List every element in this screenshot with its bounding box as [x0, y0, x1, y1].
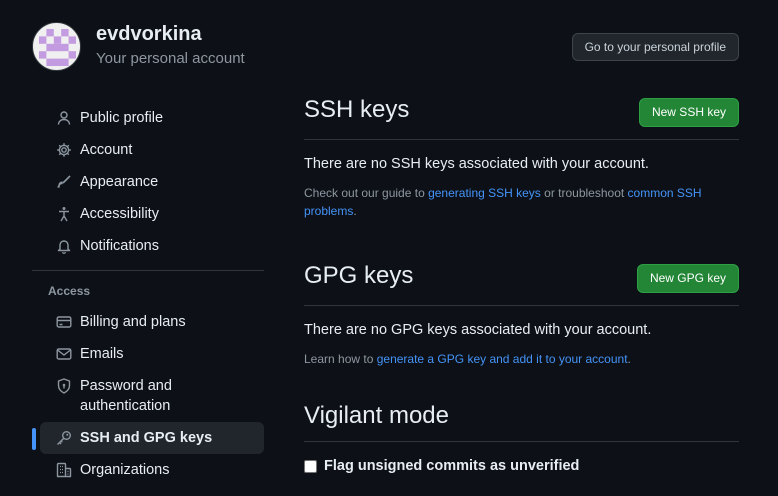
accessibility-icon	[59, 207, 69, 222]
gpg-help-suffix: .	[627, 352, 631, 366]
sidebar-item-label: Emails	[80, 346, 124, 362]
sidebar-item-appearance[interactable]: Appearance	[40, 166, 264, 198]
vigilant-mode-header: Vigilant mode	[304, 398, 739, 442]
settings-sidebar: Public profile Account Appearance Access…	[32, 102, 264, 486]
key-icon	[57, 431, 71, 445]
ssh-keys-header: SSH keys New SSH key	[304, 92, 739, 140]
sidebar-item-notifications[interactable]: Notifications	[40, 230, 264, 262]
vigilant-mode-title: Vigilant mode	[304, 402, 449, 429]
credit-card-icon	[56, 316, 72, 328]
new-ssh-key-button[interactable]: New SSH key	[638, 98, 739, 127]
account-header: evdvorkina Your personal account Go to y…	[32, 22, 739, 74]
avatar[interactable]	[32, 22, 81, 71]
generate-gpg-key-link[interactable]: generate a GPG key and add it to your ac…	[377, 352, 628, 366]
ssh-help-prefix: Check out our guide to	[304, 186, 429, 200]
gpg-keys-title: GPG keys	[304, 262, 414, 289]
gpg-keys-section: GPG keys New GPG key There are no GPG ke…	[304, 258, 739, 368]
gpg-keys-header: GPG keys New GPG key	[304, 258, 739, 306]
sidebar-item-label: Public profile	[80, 110, 164, 126]
flag-unsigned-checkbox[interactable]	[304, 459, 317, 473]
sidebar-item-label: Appearance	[80, 174, 159, 190]
account-subtitle: Your personal account	[96, 50, 245, 67]
ssh-empty-message: There are no SSH keys associated with yo…	[304, 156, 649, 172]
sidebar-item-label: SSH and GPG keys	[80, 430, 213, 446]
shield-lock-icon	[57, 378, 71, 394]
sidebar-item-accessibility[interactable]: Accessibility	[40, 198, 264, 230]
sidebar-item-account[interactable]: Account	[40, 134, 264, 166]
new-gpg-key-button[interactable]: New GPG key	[636, 264, 739, 293]
sidebar-item-label: Notifications	[80, 238, 159, 254]
flag-unsigned-label[interactable]: Flag unsigned commits as unverified	[324, 458, 579, 474]
sidebar-item-billing[interactable]: Billing and plans	[40, 306, 264, 338]
gpg-help-prefix: Learn how to	[304, 352, 377, 366]
ssh-help-middle: or troubleshoot	[540, 186, 628, 200]
sidebar-item-password[interactable]: Password and authentication	[40, 370, 264, 422]
organization-icon	[56, 462, 72, 478]
sidebar-section-access: Access	[48, 284, 91, 298]
ssh-help-text: Check out our guide to generating SSH ke…	[304, 184, 739, 220]
ssh-help-suffix: .	[353, 204, 357, 218]
gpg-empty-message: There are no GPG keys associated with yo…	[304, 322, 652, 338]
sidebar-item-organizations[interactable]: Organizations	[40, 454, 264, 486]
username[interactable]: evdvorkina	[96, 23, 202, 46]
generating-ssh-keys-link[interactable]: generating SSH keys	[428, 186, 541, 200]
sidebar-divider	[32, 270, 264, 271]
sidebar-item-label: Account	[80, 142, 133, 158]
sidebar-item-label: Organizations	[80, 462, 170, 478]
bell-icon	[57, 240, 71, 254]
person-icon	[57, 111, 71, 125]
vigilant-mode-section: Vigilant mode Flag unsigned commits as u…	[304, 398, 739, 474]
ssh-keys-section: SSH keys New SSH key There are no SSH ke…	[304, 92, 739, 220]
identicon-icon	[39, 29, 76, 66]
go-to-profile-button[interactable]: Go to your personal profile	[571, 33, 739, 61]
settings-main: SSH keys New SSH key There are no SSH ke…	[304, 92, 739, 474]
sidebar-item-label: Accessibility	[80, 206, 159, 222]
paintbrush-icon	[57, 175, 71, 188]
sidebar-item-label: Password and authentication	[80, 378, 172, 414]
sidebar-item-public-profile[interactable]: Public profile	[40, 102, 264, 134]
sidebar-item-ssh-gpg-keys[interactable]: SSH and GPG keys	[32, 422, 264, 454]
gear-icon	[57, 143, 71, 157]
ssh-keys-title: SSH keys	[304, 96, 410, 123]
mail-icon	[56, 348, 72, 360]
gpg-help-text: Learn how to generate a GPG key and add …	[304, 350, 739, 368]
sidebar-item-label: Billing and plans	[80, 314, 186, 330]
sidebar-item-emails[interactable]: Emails	[40, 338, 264, 370]
vigilant-checkbox-row: Flag unsigned commits as unverified	[304, 458, 739, 474]
